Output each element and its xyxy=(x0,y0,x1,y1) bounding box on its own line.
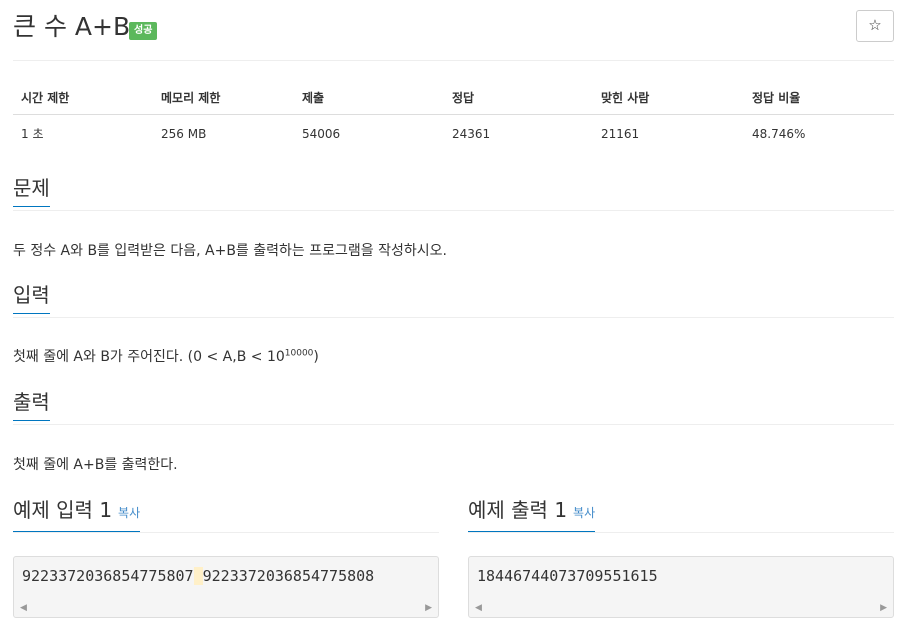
favorite-button[interactable]: ☆ xyxy=(856,10,894,42)
header-accepted: 정답 xyxy=(444,83,593,115)
sample-output-box[interactable]: 18446744073709551615 ◀ ▶ xyxy=(468,556,894,618)
section-output-title: 출력 xyxy=(13,390,50,421)
section-output-heading: 출력 xyxy=(13,390,894,425)
divider xyxy=(468,532,894,533)
star-icon: ☆ xyxy=(868,16,882,34)
input-description: 첫째 줄에 A와 B가 주어진다. (0 < A,B < 1010000) xyxy=(13,346,319,366)
memory-limit-value: 256 MB xyxy=(161,126,207,141)
output-description: 첫째 줄에 A+B를 출력한다. xyxy=(13,457,178,473)
sample-input-box[interactable]: 9223372036854775807 9223372036854775808 … xyxy=(13,556,439,618)
sample-output-title-text: 예제 출력 1 xyxy=(468,498,568,522)
scroll-right-icon[interactable]: ▶ xyxy=(880,603,887,613)
sample-input-heading: 예제 입력 1 복사 xyxy=(13,498,439,533)
divider xyxy=(13,317,894,318)
scroll-left-icon[interactable]: ◀ xyxy=(475,603,482,613)
problem-description: 두 정수 A와 B를 입력받은 다음, A+B를 출력하는 프로그램을 작성하시… xyxy=(13,243,447,259)
title-row: 큰 수 A+B 성공 ☆ xyxy=(13,10,894,46)
accepted-value: 24361 xyxy=(452,126,491,141)
accept-ratio-value: 48.746% xyxy=(752,126,806,141)
input-exponent: 10000 xyxy=(284,348,314,359)
horizontal-scrollbar[interactable]: ◀ ▶ xyxy=(469,601,893,617)
scroll-right-icon[interactable]: ▶ xyxy=(425,603,432,613)
horizontal-scrollbar[interactable]: ◀ ▶ xyxy=(14,601,438,617)
scroll-left-icon[interactable]: ◀ xyxy=(20,603,27,613)
section-problem-title: 문제 xyxy=(13,176,50,207)
sample-input-a: 9223372036854775807 xyxy=(22,567,194,585)
divider xyxy=(13,424,894,425)
header-solved-users: 맞힌 사람 xyxy=(593,83,744,115)
problem-title: 큰 수 A+B xyxy=(13,12,131,41)
section-input-title: 입력 xyxy=(13,283,50,314)
table-row: 1 초 256 MB 54006 24361 21161 48.746% xyxy=(13,115,894,153)
section-input-heading: 입력 xyxy=(13,283,894,318)
sample-input-title-text: 예제 입력 1 xyxy=(13,498,113,522)
header-memory-limit: 메모리 제한 xyxy=(153,83,294,115)
header-accept-ratio: 정답 비율 xyxy=(744,83,894,115)
solved-users-value: 21161 xyxy=(601,126,640,141)
submissions-value: 54006 xyxy=(302,126,341,141)
sample-input-b: 9223372036854775808 xyxy=(202,567,375,585)
copy-output-button[interactable]: 복사 xyxy=(573,506,595,520)
sample-input-code: 9223372036854775807 9223372036854775808 xyxy=(22,567,374,585)
sample-output-code: 18446744073709551615 xyxy=(477,567,658,585)
header-time-limit: 시간 제한 xyxy=(13,83,153,115)
copy-input-button[interactable]: 복사 xyxy=(118,506,140,520)
input-description-text: 첫째 줄에 A와 B가 주어진다. (0 < A,B < 10 xyxy=(13,349,285,365)
highlighted-space xyxy=(193,567,203,585)
sample-output-heading: 예제 출력 1 복사 xyxy=(468,498,894,533)
divider xyxy=(13,532,439,533)
status-badge: 성공 xyxy=(129,22,158,40)
sample-input-title: 예제 입력 1 복사 xyxy=(13,498,141,532)
problem-info-table: 시간 제한 메모리 제한 제출 정답 맞힌 사람 정답 비율 1 초 256 M… xyxy=(13,83,894,152)
sample-output-title: 예제 출력 1 복사 xyxy=(468,498,596,532)
input-description-end: ) xyxy=(313,349,319,365)
divider xyxy=(13,210,894,211)
divider xyxy=(13,60,894,61)
header-submissions: 제출 xyxy=(294,83,444,115)
table-header-row: 시간 제한 메모리 제한 제출 정답 맞힌 사람 정답 비율 xyxy=(13,83,894,115)
section-problem-heading: 문제 xyxy=(13,176,894,211)
time-limit-value: 1 초 xyxy=(21,127,44,141)
